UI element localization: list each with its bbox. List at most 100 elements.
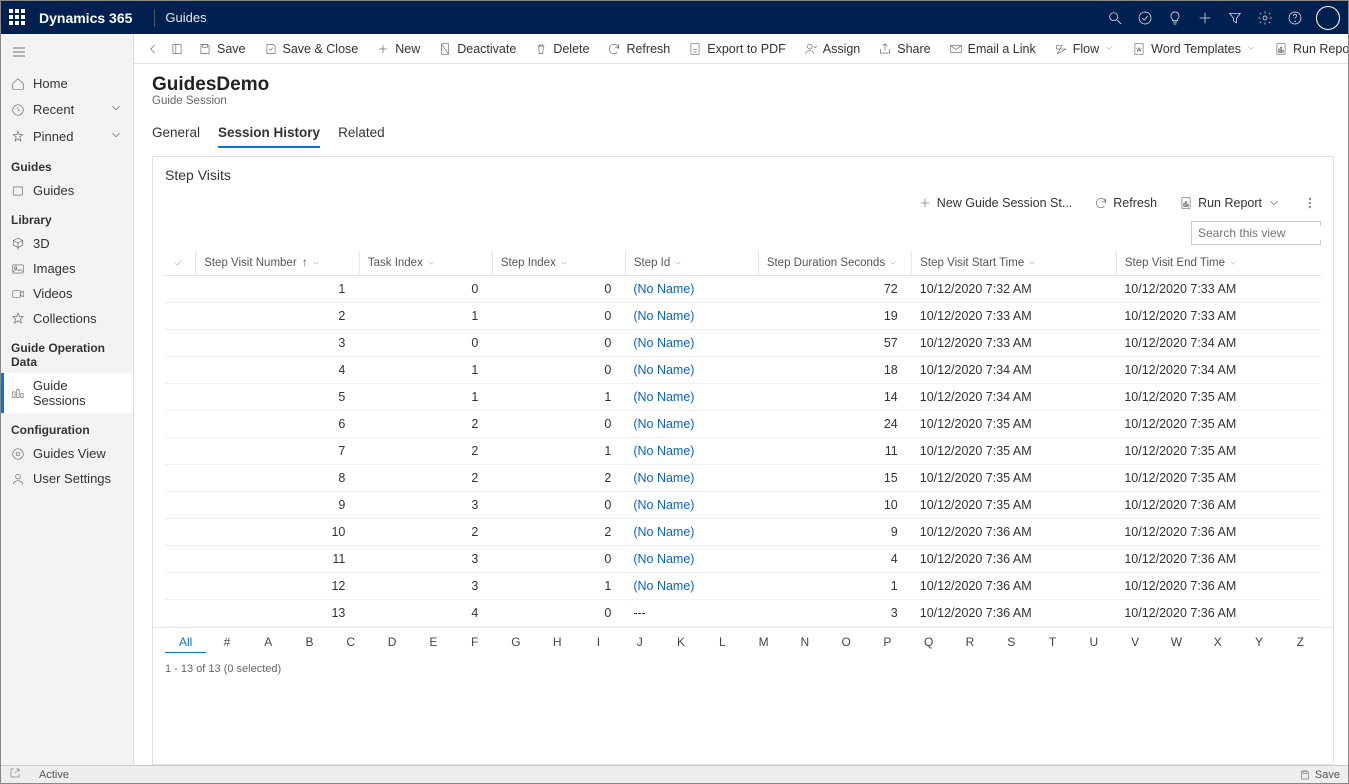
flow-button[interactable]: Flow <box>1046 38 1122 60</box>
alpha-h[interactable]: H <box>537 632 578 653</box>
table-row[interactable]: 11 3 0 (No Name) 4 10/12/2020 7:36 AM 10… <box>165 546 1321 573</box>
table-row[interactable]: 5 1 1 (No Name) 14 10/12/2020 7:34 AM 10… <box>165 384 1321 411</box>
new-button[interactable]: New <box>368 38 428 60</box>
table-row[interactable]: 10 2 2 (No Name) 9 10/12/2020 7:36 AM 10… <box>165 519 1321 546</box>
sidebar-item-pinned[interactable]: Pinned <box>1 123 133 150</box>
alpha-z[interactable]: Z <box>1280 632 1321 653</box>
sidebar-item-home[interactable]: Home <box>1 71 133 96</box>
popout-icon[interactable] <box>9 767 21 782</box>
alpha-i[interactable]: I <box>578 632 619 653</box>
alpha-q[interactable]: Q <box>908 632 949 653</box>
col-step-end[interactable]: Step Visit End Time <box>1116 251 1321 276</box>
table-row[interactable]: 7 2 1 (No Name) 11 10/12/2020 7:35 AM 10… <box>165 438 1321 465</box>
tab-related[interactable]: Related <box>338 121 385 148</box>
alpha-all[interactable]: All <box>165 632 206 653</box>
cell-step-id[interactable]: (No Name) <box>625 330 758 357</box>
sidebar-item-recent[interactable]: Recent <box>1 96 133 123</box>
search-input[interactable] <box>1191 221 1321 245</box>
card-run-report-button[interactable]: Run Report <box>1175 193 1285 213</box>
deactivate-button[interactable]: Deactivate <box>430 38 524 60</box>
table-row[interactable]: 12 3 1 (No Name) 1 10/12/2020 7:36 AM 10… <box>165 573 1321 600</box>
alpha-o[interactable]: O <box>826 632 867 653</box>
alpha-g[interactable]: G <box>495 632 536 653</box>
assign-button[interactable]: Assign <box>796 38 869 60</box>
alpha-f[interactable]: F <box>454 632 495 653</box>
sidebar-item-user-settings[interactable]: User Settings <box>1 466 133 491</box>
run-report-button[interactable]: Run Report <box>1266 38 1348 60</box>
sidebar-item-guide-sessions[interactable]: Guide Sessions <box>1 373 133 413</box>
alpha-l[interactable]: L <box>702 632 743 653</box>
open-pane-button[interactable] <box>166 38 188 60</box>
cell-step-id[interactable]: (No Name) <box>625 465 758 492</box>
alpha-k[interactable]: K <box>660 632 701 653</box>
card-refresh-button[interactable]: Refresh <box>1090 193 1161 213</box>
sidebar-item-videos[interactable]: Videos <box>1 281 133 306</box>
table-row[interactable]: 4 1 0 (No Name) 18 10/12/2020 7:34 AM 10… <box>165 357 1321 384</box>
cell-step-id[interactable]: (No Name) <box>625 438 758 465</box>
table-row[interactable]: 8 2 2 (No Name) 15 10/12/2020 7:35 AM 10… <box>165 465 1321 492</box>
col-step-visit-number[interactable]: Step Visit Number ↑ <box>196 251 360 276</box>
alpha-u[interactable]: U <box>1073 632 1114 653</box>
avatar[interactable] <box>1316 6 1340 30</box>
refresh-button[interactable]: Refresh <box>599 38 678 60</box>
alpha-p[interactable]: P <box>867 632 908 653</box>
alpha-m[interactable]: M <box>743 632 784 653</box>
module-label[interactable]: Guides <box>165 10 206 25</box>
cell-step-id[interactable]: (No Name) <box>625 492 758 519</box>
alpha-j[interactable]: J <box>619 632 660 653</box>
alpha-x[interactable]: X <box>1197 632 1238 653</box>
cell-step-id[interactable]: (No Name) <box>625 573 758 600</box>
email-link-button[interactable]: Email a Link <box>941 38 1044 60</box>
col-task-index[interactable]: Task Index <box>359 251 492 276</box>
sidebar-item-collections[interactable]: Collections <box>1 306 133 331</box>
col-step-id[interactable]: Step Id <box>625 251 758 276</box>
table-row[interactable]: 1 0 0 (No Name) 72 10/12/2020 7:32 AM 10… <box>165 276 1321 303</box>
filter-icon[interactable] <box>1220 1 1250 34</box>
alpha-s[interactable]: S <box>991 632 1032 653</box>
cell-step-id[interactable]: (No Name) <box>625 357 758 384</box>
alpha-y[interactable]: Y <box>1238 632 1279 653</box>
alpha-d[interactable]: D <box>371 632 412 653</box>
cell-step-id[interactable]: (No Name) <box>625 546 758 573</box>
alpha-r[interactable]: R <box>949 632 990 653</box>
table-row[interactable]: 13 4 0 --- 3 10/12/2020 7:36 AM 10/12/20… <box>165 600 1321 627</box>
search-icon[interactable] <box>1100 1 1130 34</box>
tab-session-history[interactable]: Session History <box>218 121 320 148</box>
alpha-w[interactable]: W <box>1156 632 1197 653</box>
col-step-start[interactable]: Step Visit Start Time <box>912 251 1117 276</box>
cell-step-id[interactable]: (No Name) <box>625 276 758 303</box>
plus-icon[interactable] <box>1190 1 1220 34</box>
save-button[interactable]: Save <box>190 38 254 60</box>
cell-step-id[interactable]: (No Name) <box>625 411 758 438</box>
cell-step-id[interactable]: (No Name) <box>625 303 758 330</box>
save-close-button[interactable]: Save & Close <box>256 38 367 60</box>
sidebar-item-3d[interactable]: 3D <box>1 231 133 256</box>
new-guide-session-button[interactable]: New Guide Session St... <box>914 193 1076 213</box>
delete-button[interactable]: Delete <box>526 38 597 60</box>
word-templates-button[interactable]: Word Templates <box>1124 38 1264 60</box>
cell-step-id[interactable]: (No Name) <box>625 519 758 546</box>
more-icon[interactable] <box>1299 193 1321 213</box>
app-launcher-icon[interactable] <box>9 9 27 27</box>
alpha-v[interactable]: V <box>1114 632 1155 653</box>
lightbulb-icon[interactable] <box>1160 1 1190 34</box>
sidebar-item-guides[interactable]: Guides <box>1 178 133 203</box>
alpha-a[interactable]: A <box>248 632 289 653</box>
alpha-t[interactable]: T <box>1032 632 1073 653</box>
table-row[interactable]: 2 1 0 (No Name) 19 10/12/2020 7:33 AM 10… <box>165 303 1321 330</box>
share-button[interactable]: Share <box>870 38 938 60</box>
tab-general[interactable]: General <box>152 121 200 148</box>
task-icon[interactable] <box>1130 1 1160 34</box>
hamburger-icon[interactable] <box>1 40 133 71</box>
status-save-button[interactable]: Save <box>1299 769 1340 781</box>
back-button[interactable] <box>142 38 164 60</box>
gear-icon[interactable] <box>1250 1 1280 34</box>
alpha-c[interactable]: C <box>330 632 371 653</box>
cell-step-id[interactable]: (No Name) <box>625 384 758 411</box>
alpha-b[interactable]: B <box>289 632 330 653</box>
sidebar-item-guides-view[interactable]: Guides View <box>1 441 133 466</box>
table-row[interactable]: 6 2 0 (No Name) 24 10/12/2020 7:35 AM 10… <box>165 411 1321 438</box>
col-step-index[interactable]: Step Index <box>492 251 625 276</box>
sidebar-item-images[interactable]: Images <box>1 256 133 281</box>
help-icon[interactable] <box>1280 1 1310 34</box>
